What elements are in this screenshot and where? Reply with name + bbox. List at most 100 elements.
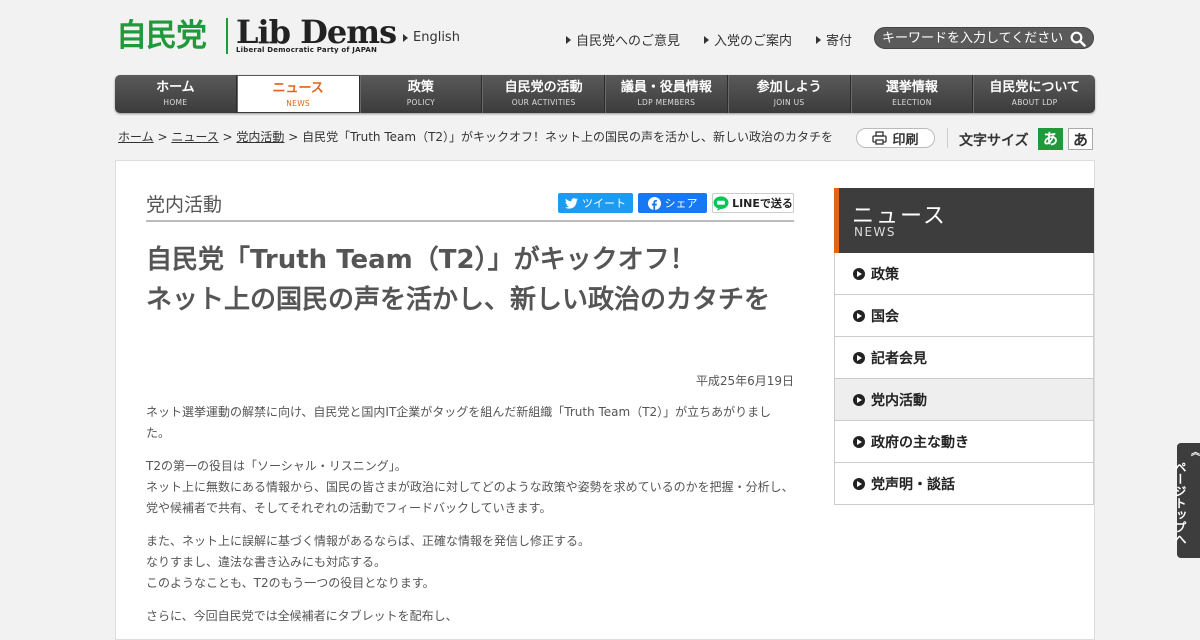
triangle-right-icon bbox=[704, 35, 709, 44]
search-box bbox=[874, 27, 1094, 49]
nav-about[interactable]: 自民党について ABOUT LDP bbox=[973, 75, 1095, 113]
triangle-right-icon bbox=[403, 33, 408, 42]
sidebar-item-policy[interactable]: 政策 bbox=[834, 253, 1094, 295]
article-paragraph: T2の第一の役目は「ソーシャル・リスニング」。 ネット上に無数にある情報から、国… bbox=[146, 456, 794, 519]
nav-label-en: HOME bbox=[163, 98, 188, 107]
sidebar-header-subtitle: NEWS bbox=[854, 225, 897, 239]
breadcrumb-sep: > bbox=[218, 130, 237, 144]
arrow-circle-icon bbox=[853, 393, 865, 406]
nav-label: ニュース bbox=[272, 81, 324, 96]
breadcrumb-home[interactable]: ホーム bbox=[118, 130, 154, 144]
nav-label-en: ELECTION bbox=[892, 98, 932, 107]
search-input[interactable] bbox=[882, 29, 1062, 47]
article-paragraph: ネット選挙運動の解禁に向け、自民党と国内IT企業がタッグを組んだ新組織「Trut… bbox=[146, 405, 772, 440]
twitter-bird-icon bbox=[565, 197, 578, 209]
sidebar-item-press[interactable]: 記者会見 bbox=[834, 337, 1094, 379]
breadcrumb-sep: > bbox=[153, 130, 172, 144]
nav-news[interactable]: ニュース NEWS bbox=[236, 76, 360, 112]
nav-join[interactable]: 参加しよう JOIN US bbox=[727, 75, 851, 113]
join-link-label: 入党のご案内 bbox=[714, 34, 793, 49]
tweet-label: ツイート bbox=[582, 197, 626, 210]
page-top-label: ページトップへ bbox=[1172, 460, 1187, 545]
sidebar-item-label: 政策 bbox=[871, 266, 899, 283]
nav-label-en: OUR ACTIVITIES bbox=[511, 98, 576, 107]
opinion-link[interactable]: 自民党へのご意見 bbox=[566, 30, 680, 49]
breadcrumb-sep: > bbox=[284, 130, 303, 144]
sidebar-menu: 政策 国会 記者会見 党内活動 政府の主な動き 党声明・談話 bbox=[834, 253, 1094, 505]
ldp-logo-en[interactable]: Lib Dems bbox=[236, 14, 397, 50]
nav-label-en: NEWS bbox=[286, 99, 310, 108]
nav-label-en: JOIN US bbox=[773, 98, 805, 107]
sidebar-item-label: 政府の主な動き bbox=[871, 434, 969, 451]
arrow-circle-icon bbox=[853, 351, 865, 364]
nav-policy[interactable]: 政策 POLICY bbox=[359, 75, 483, 113]
nav-label-en: LDP MEMBERS bbox=[637, 98, 696, 107]
logo-divider bbox=[226, 18, 228, 54]
sidebar-item-label: 記者会見 bbox=[871, 350, 927, 367]
line-share-label: LINEで送る bbox=[732, 197, 793, 210]
nav-members[interactable]: 議員・役員情報 LDP MEMBERS bbox=[605, 75, 728, 113]
join-link[interactable]: 入党のご案内 bbox=[704, 30, 792, 49]
nav-label: 選挙情報 bbox=[885, 80, 938, 95]
ldp-logo-jp[interactable]: 自民党 bbox=[116, 16, 207, 56]
article-paragraph: また、ネット上に誤解に基づく情報があるならば、正確な情報を発信し修正する。 なり… bbox=[146, 531, 794, 594]
english-link-label: English bbox=[413, 30, 460, 45]
facebook-share-button[interactable]: シェア bbox=[638, 193, 707, 213]
nav-label: 自民党の活動 bbox=[504, 80, 583, 95]
donate-link-label: 寄付 bbox=[826, 34, 853, 49]
ldp-logo-subtitle: Liberal Democratic Party of JAPAN bbox=[236, 46, 378, 54]
nav-election[interactable]: 選挙情報 ELECTION bbox=[850, 75, 974, 113]
nav-label: 政策 bbox=[407, 80, 434, 95]
category-heading: 党内活動 bbox=[146, 194, 223, 216]
breadcrumb-category[interactable]: 党内活動 bbox=[236, 130, 284, 144]
nav-label-en: POLICY bbox=[406, 98, 436, 107]
facebook-share-label: シェア bbox=[664, 197, 698, 210]
nav-home[interactable]: ホーム HOME bbox=[115, 75, 237, 113]
arrow-circle-icon bbox=[853, 267, 865, 280]
line-share-button[interactable]: LINEで送る bbox=[712, 193, 794, 213]
arrow-circle-icon bbox=[853, 435, 865, 448]
font-size-label: 文字サイズ bbox=[959, 133, 1029, 149]
breadcrumb-news[interactable]: ニュース bbox=[171, 130, 218, 144]
article-line: このようなことも、T2のもう一つの役目となります。 bbox=[146, 576, 435, 590]
sidebar-item-label: 党声明・談話 bbox=[871, 476, 955, 493]
article-line: T2の第一の役目は「ソーシャル・リスニング」。 bbox=[146, 459, 407, 473]
triangle-right-icon bbox=[566, 35, 571, 44]
sidebar-item-label: 党内活動 bbox=[871, 392, 927, 409]
donate-link[interactable]: 寄付 bbox=[816, 30, 852, 49]
article-line: また、ネット上に誤解に基づく情報があるならば、正確な情報を発信し修正する。 bbox=[146, 534, 591, 548]
line-icon bbox=[713, 195, 729, 211]
sidebar-item-statements[interactable]: 党声明・談話 bbox=[834, 463, 1094, 505]
nav-label: 参加しよう bbox=[756, 80, 822, 95]
search-icon[interactable] bbox=[1070, 31, 1086, 47]
nav-label: ホーム bbox=[156, 80, 195, 95]
article-paragraph: さらに、今回自民党では全候補者にタブレットを配布し、 bbox=[146, 609, 458, 623]
print-button[interactable]: 印刷 bbox=[856, 128, 935, 148]
nav-label-en: ABOUT LDP bbox=[1011, 98, 1058, 107]
article-title-line: 自民党「Truth Team（T2）」がキックオフ！ bbox=[146, 245, 696, 275]
arrow-circle-icon bbox=[853, 477, 865, 490]
article-line: なりすまし、違法な書き込みにも対応する。 bbox=[146, 555, 387, 569]
page-top-button[interactable]: ︽ ページトップへ bbox=[1173, 443, 1200, 558]
font-size-small-button[interactable]: あ bbox=[1038, 128, 1063, 150]
nav-label: 議員・役員情報 bbox=[620, 80, 712, 95]
article-title-line: ネット上の国民の声を活かし、新しい政治のカタチを bbox=[146, 285, 771, 315]
nav-activities[interactable]: 自民党の活動 OUR ACTIVITIES bbox=[482, 75, 605, 113]
category-rule bbox=[146, 220, 794, 222]
sidebar-item-party-activity[interactable]: 党内活動 bbox=[834, 379, 1094, 421]
font-size-large-button[interactable]: あ bbox=[1068, 128, 1093, 150]
english-link[interactable]: English bbox=[403, 30, 460, 45]
tweet-button[interactable]: ツイート bbox=[558, 193, 633, 213]
sidebar-item-government[interactable]: 政府の主な動き bbox=[834, 421, 1094, 463]
printer-icon bbox=[872, 131, 888, 145]
arrow-circle-icon bbox=[853, 309, 865, 322]
opinion-link-label: 自民党へのご意見 bbox=[576, 34, 681, 49]
article-date: 平成25年6月19日 bbox=[695, 374, 794, 388]
global-nav: ホーム HOME ニュース NEWS 政策 POLICY 自民党の活動 OUR ACTI… bbox=[115, 75, 1095, 113]
article-line: ネット上に無数にある情報から、国民の皆さまが政治に対してどのような政策や姿勢を求… bbox=[146, 480, 794, 515]
sidebar-item-diet[interactable]: 国会 bbox=[834, 295, 1094, 337]
triangle-right-icon bbox=[816, 35, 821, 44]
print-label: 印刷 bbox=[892, 132, 919, 148]
nav-label: 自民党について bbox=[989, 80, 1080, 95]
tools-divider bbox=[947, 128, 948, 148]
